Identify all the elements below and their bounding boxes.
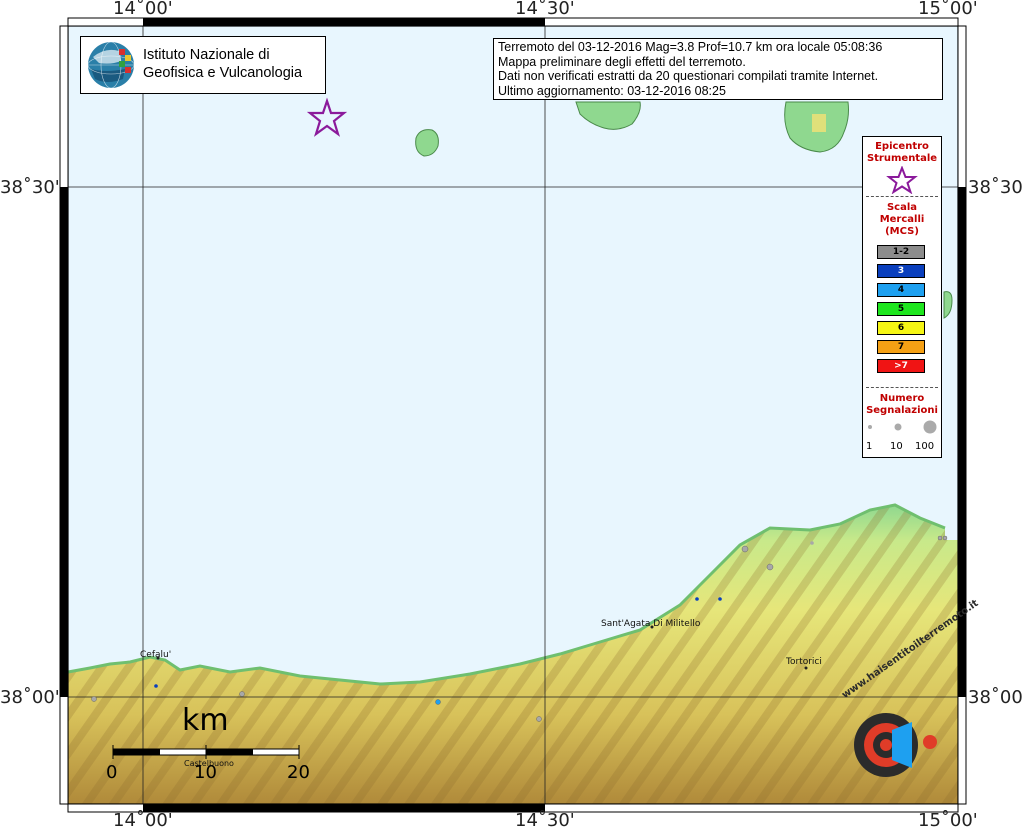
town-label-santagata: Sant'Agata Di Militello [601,619,701,629]
lon-label-bottom-15-00: 15˚00' [918,810,978,831]
mcs-class-swatch: 7 [877,340,925,354]
legend-scale-title-1: Scala [886,202,918,213]
legend-epicenter-title-2: Strumentale [866,153,938,164]
count-label-100: 100 [915,441,935,452]
count-symbol-small [868,425,872,429]
mcs-class-swatch: 4 [877,283,925,297]
ingv-name-line1: Istituto Nazionale di [143,47,270,63]
lon-label-top-15-00: 15˚00' [918,0,978,19]
island-salina-peak [812,114,826,132]
report-point[interactable] [154,684,158,688]
info-line-event: Terremoto del 03-12-2016 Mag=3.8 Prof=10… [498,40,883,54]
scale-tick-10: 10 [194,762,217,783]
ingv-name-line2: Geofisica e Vulcanologia [143,65,303,81]
legend: Epicentro Strumentale Scala Mercalli (MC… [862,136,942,458]
lat-label-left-38-00: 38˚00' [0,687,60,708]
report-point[interactable] [435,699,441,705]
frame-band-left [60,187,68,697]
town-label-tortorici: Tortorici [786,657,822,667]
mcs-class-swatch: 3 [877,264,925,278]
legend-count-symbols [868,420,937,434]
scale-unit-label: km [182,703,229,738]
legend-scale-title-3: (MCS) [885,226,919,237]
lon-label-bottom-14-00: 14˚00' [113,810,173,831]
earthquake-info-box: Terremoto del 03-12-2016 Mag=3.8 Prof=10… [493,38,943,100]
count-label-1: 1 [866,441,873,452]
legend-count-title-2: Segnalazioni [866,405,938,416]
lat-label-left-38-30: 38˚30' [0,177,60,198]
info-line-updated: Ultimo aggiornamento: 03-12-2016 08:25 [498,83,726,98]
report-point[interactable] [239,691,245,697]
report-point[interactable] [942,535,948,541]
legend-separator [866,196,938,197]
report-point[interactable] [766,563,774,571]
legend-separator [866,387,938,388]
lat-label-right-38-30: 38˚30' [968,177,1024,198]
report-point[interactable] [718,597,722,601]
town-label-cefalu: Cefalu' [140,650,172,660]
frame-band-top [143,18,545,26]
info-line-data: Dati non verificati estratti da 20 quest… [498,69,879,83]
count-label-10: 10 [890,441,903,452]
lon-label-top-14-00: 14˚00' [113,0,173,19]
legend-star-icon [886,166,918,194]
lat-label-right-38-00: 38˚00' [968,687,1024,708]
report-point[interactable] [695,597,699,601]
report-point[interactable] [536,716,542,722]
report-point[interactable] [810,541,814,545]
count-symbol-large [923,420,937,434]
report-point[interactable] [91,696,97,702]
lon-label-top-14-30: 14˚30' [515,0,575,19]
scale-tick-20: 20 [287,762,310,783]
ingv-logo-box: Istituto Nazionale di Geofisica e Vulcan… [80,36,326,94]
report-point[interactable] [741,545,749,553]
legend-epicenter-title-1: Epicentro [875,141,929,152]
scale-tick-0: 0 [106,762,118,783]
legend-scale-title-2: Mercalli [879,214,925,225]
lon-label-bottom-14-30: 14˚30' [515,810,575,831]
mcs-class-swatch: 6 [877,321,925,335]
report-point[interactable] [937,535,943,541]
frame-band-bottom [143,804,545,812]
mcs-class-swatch: 5 [877,302,925,316]
globe-icon [87,41,135,89]
mcs-class-swatch: 1-2 [877,245,925,259]
info-line-map: Mappa preliminare degli effetti del terr… [498,54,746,69]
count-symbol-medium [894,423,902,431]
legend-count-title-1: Numero [879,393,925,404]
mcs-class-swatch: >7 [877,359,925,373]
